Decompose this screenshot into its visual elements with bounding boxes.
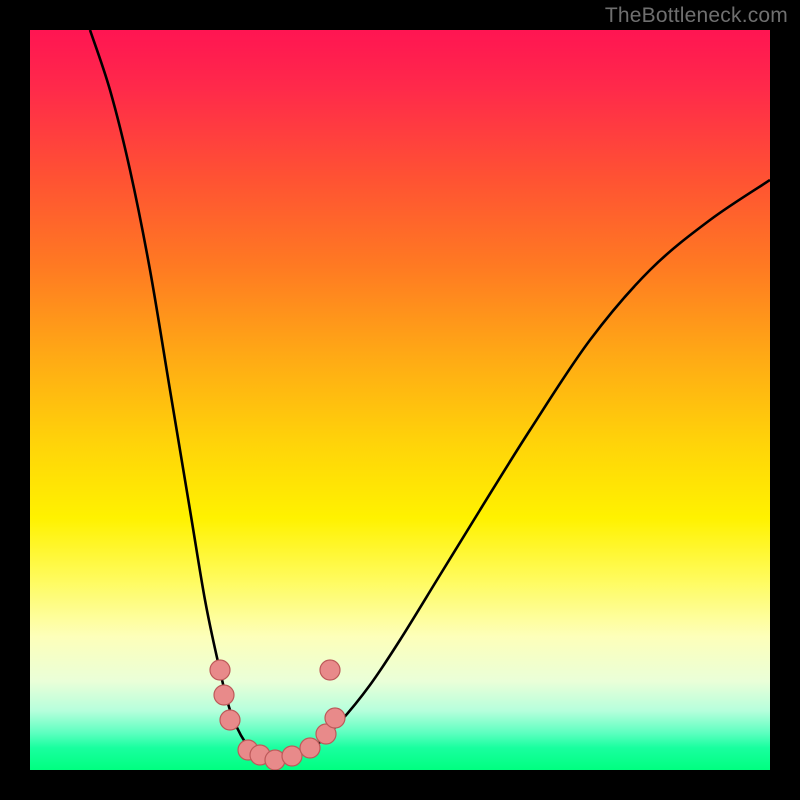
chart-frame: TheBottleneck.com [0,0,800,800]
chart-svg [30,30,770,770]
plot-area [30,30,770,770]
data-markers [210,660,345,770]
data-marker [220,710,240,730]
data-marker [320,660,340,680]
data-marker [282,746,302,766]
data-marker [210,660,230,680]
bottleneck-curve [90,30,770,760]
data-marker [325,708,345,728]
data-marker [300,738,320,758]
watermark-text: TheBottleneck.com [605,4,788,28]
data-marker [214,685,234,705]
